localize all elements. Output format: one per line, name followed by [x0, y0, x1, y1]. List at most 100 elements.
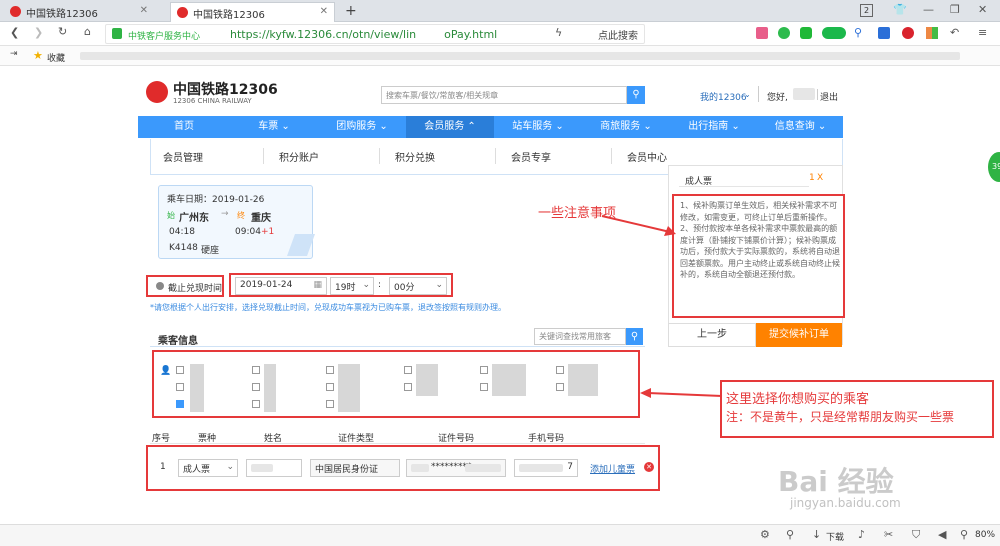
passenger-checkbox-checked[interactable]: [176, 400, 184, 408]
nav-item-business[interactable]: 商旅服务 ⌄: [582, 116, 670, 138]
ticket-type-select[interactable]: 成人票 ⌄: [178, 459, 238, 477]
url-field[interactable]: 中铁客户服务中心 https://kyfw.12306.cn/otn/view/…: [105, 24, 645, 44]
refresh-icon[interactable]: ↻: [58, 25, 67, 38]
subnav-member-center[interactable]: 会员中心: [627, 149, 667, 164]
submit-order-button[interactable]: 提交候补订单: [756, 323, 842, 347]
nav-item-guide[interactable]: 出行指南 ⌄: [670, 116, 758, 138]
zoom-level[interactable]: 80%: [975, 530, 995, 540]
site-logo-text[interactable]: 中国铁路12306: [173, 79, 278, 99]
id-number-field[interactable]: *********: [406, 459, 506, 477]
sound-icon[interactable]: ♪: [858, 528, 865, 541]
id-type-field[interactable]: 中国居民身份证: [310, 459, 400, 477]
trip-card: 乘车日期：2019-01-26 始 广州东 → 终 重庆 04:18 09:04…: [158, 185, 316, 259]
search-icon[interactable]: ⚲: [854, 26, 862, 39]
phone-field[interactable]: 7: [514, 459, 578, 477]
passenger-checkbox[interactable]: [326, 400, 334, 408]
passenger-checkbox[interactable]: [252, 400, 260, 408]
arrow-icon: →: [221, 209, 229, 219]
passenger-checkbox[interactable]: [480, 366, 488, 374]
passenger-checkbox[interactable]: [556, 383, 564, 391]
browser-tab-active[interactable]: 中国铁路12306 ✕: [170, 2, 335, 22]
deadline-hour-select[interactable]: 19时 ⌄: [330, 277, 374, 295]
extension-icon[interactable]: [778, 27, 790, 39]
site-identity-badge: 中铁客户服务中心: [128, 32, 201, 42]
passenger-list-highlight: 👤: [152, 350, 640, 418]
apps-icon[interactable]: [926, 27, 938, 39]
column-header: 证件号码: [438, 434, 475, 444]
floating-badge[interactable]: 39: [988, 152, 1000, 182]
subnav-member-exclusive[interactable]: 会员专享: [511, 149, 551, 164]
passenger-checkbox[interactable]: [404, 383, 412, 391]
home-icon[interactable]: ⌂: [84, 25, 91, 38]
minimize-icon[interactable]: —: [923, 3, 934, 16]
adblock-icon[interactable]: [902, 27, 914, 39]
passenger-name-redacted: [190, 364, 204, 412]
nav-item-home[interactable]: 首页: [138, 116, 230, 138]
subnav-points-account[interactable]: 积分账户: [279, 149, 319, 164]
restore-icon[interactable]: ❐: [950, 3, 960, 16]
phone-redacted: [519, 464, 563, 472]
nav-item-info[interactable]: 信息查询 ⌄: [758, 116, 843, 138]
subnav-points-redeem[interactable]: 积分兑换: [395, 149, 435, 164]
passenger-checkbox[interactable]: [176, 383, 184, 391]
bookmarks-label[interactable]: 收藏: [47, 51, 65, 64]
passenger-checkbox[interactable]: [326, 366, 334, 374]
volume-icon[interactable]: ◀: [938, 528, 946, 541]
passenger-checkbox[interactable]: [404, 366, 412, 374]
chevron-down-icon[interactable]: ⌄: [744, 90, 751, 99]
menu-icon[interactable]: ≡: [978, 26, 987, 39]
translate-icon[interactable]: [822, 27, 846, 39]
plus-day: +1: [261, 227, 275, 237]
shield-icon[interactable]: ⛉: [912, 528, 920, 542]
passenger-checkbox[interactable]: [556, 366, 564, 374]
divider: [263, 148, 264, 164]
shirt-icon[interactable]: 👕: [893, 3, 907, 16]
screenshot-icon[interactable]: ✂: [884, 528, 893, 541]
nav-item-group[interactable]: 团购服务 ⌄: [318, 116, 406, 138]
deadline-date-input[interactable]: 2019-01-24 ▦: [235, 277, 327, 295]
passenger-checkbox[interactable]: [326, 383, 334, 391]
extension-icon[interactable]: [756, 27, 768, 39]
pin-icon[interactable]: ⚲: [786, 528, 794, 541]
close-tab-icon[interactable]: ✕: [320, 6, 328, 17]
passenger-search-input[interactable]: 关键词查找常用旅客: [534, 328, 626, 345]
add-child-ticket-link[interactable]: 添加儿童票: [590, 462, 635, 475]
settings-icon[interactable]: ⚙: [760, 528, 770, 541]
forward-icon[interactable]: ❯: [34, 26, 43, 39]
sidebar-toggle-icon[interactable]: ⇥: [10, 49, 18, 59]
tab-count-badge[interactable]: 2: [860, 4, 873, 17]
back-icon[interactable]: ❮: [10, 26, 19, 39]
logout-link[interactable]: 退出: [820, 90, 838, 103]
passenger-name-field[interactable]: [246, 459, 302, 477]
passenger-checkbox[interactable]: [252, 366, 260, 374]
new-tab-button[interactable]: +: [345, 3, 357, 19]
download-label[interactable]: 下载: [826, 530, 844, 543]
zoom-icon[interactable]: ⚲: [960, 528, 968, 541]
wechat-icon[interactable]: [800, 27, 812, 39]
railway-logo-icon[interactable]: [146, 81, 168, 103]
passenger-checkbox[interactable]: [480, 383, 488, 391]
prev-step-button[interactable]: 上一步: [668, 323, 756, 347]
remove-passenger-icon[interactable]: ✕: [644, 462, 654, 472]
nav-item-member[interactable]: 会员服务 ⌃: [406, 116, 494, 138]
my-12306-link[interactable]: 我的12306: [700, 90, 747, 103]
close-window-icon[interactable]: ✕: [978, 3, 987, 16]
download-icon[interactable]: ↓: [812, 528, 821, 541]
user-icon: 👤: [160, 366, 172, 376]
site-search-button[interactable]: ⚲: [627, 86, 645, 104]
passenger-search-button[interactable]: ⚲: [626, 328, 643, 345]
search-box[interactable]: 点此搜索: [598, 27, 638, 42]
nav-item-tickets[interactable]: 车票 ⌄: [230, 116, 318, 138]
close-tab-icon[interactable]: ✕: [140, 5, 148, 16]
passenger-checkbox[interactable]: [252, 383, 260, 391]
extension-icon[interactable]: [878, 27, 890, 39]
browser-tab[interactable]: 中国铁路12306 ✕: [4, 2, 154, 22]
nav-item-station[interactable]: 站车服务 ⌄: [494, 116, 582, 138]
lightning-icon[interactable]: ϟ: [555, 26, 562, 39]
passenger-checkbox[interactable]: [176, 366, 184, 374]
site-search-input[interactable]: 搜索车票/餐饮/常旅客/相关规章: [381, 86, 627, 104]
undo-icon[interactable]: ↶: [950, 26, 959, 39]
subnav-member-management[interactable]: 会员管理: [163, 149, 203, 164]
deadline-minute-select[interactable]: 00分 ⌄: [389, 277, 447, 295]
chevron-down-icon: ⌄: [435, 280, 443, 290]
